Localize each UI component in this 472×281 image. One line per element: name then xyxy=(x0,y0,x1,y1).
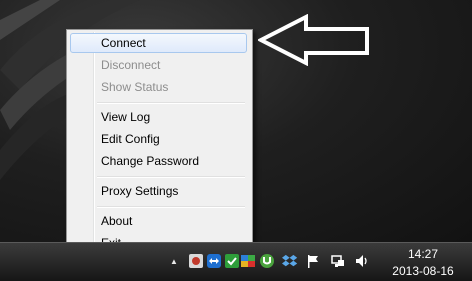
volume-icon[interactable] xyxy=(354,253,370,269)
annotation-arrow-icon xyxy=(258,14,369,66)
menu-item-edit-config[interactable]: Edit Config xyxy=(70,129,247,149)
menu-item-label: Connect xyxy=(101,36,146,50)
green-check-icon[interactable] xyxy=(224,253,240,269)
menu-separator xyxy=(97,102,245,104)
menu-item-label: Edit Config xyxy=(101,132,160,146)
menu-item-proxy-settings[interactable]: Proxy Settings xyxy=(70,181,247,201)
menu-item-label: Proxy Settings xyxy=(101,184,179,198)
menu-item-connect[interactable]: Connect xyxy=(70,33,247,53)
menu-item-change-password[interactable]: Change Password xyxy=(70,151,247,171)
menu-item-disconnect[interactable]: Disconnect xyxy=(70,55,247,75)
show-hidden-icons-chevron-icon[interactable]: ▲ xyxy=(170,257,178,266)
teamviewer-icon[interactable] xyxy=(206,253,222,269)
menu-item-label: View Log xyxy=(101,110,151,124)
menu-item-show-status[interactable]: Show Status xyxy=(70,77,247,97)
menu-separator xyxy=(97,206,245,208)
utorrent-icon[interactable] xyxy=(259,253,275,269)
menu-item-label: Show Status xyxy=(101,80,169,94)
clock-time[interactable]: 14:27 xyxy=(382,247,464,261)
menu-item-view-log[interactable]: View Log xyxy=(70,107,247,127)
openvpn-tray-icon[interactable] xyxy=(188,253,204,269)
menu-item-label: About xyxy=(101,214,133,228)
dropbox-icon[interactable] xyxy=(282,253,298,269)
action-center-flag-icon[interactable] xyxy=(305,253,321,269)
menu-item-about[interactable]: About xyxy=(70,211,247,231)
taskbar: ▲ 14:27 2013-08-16 xyxy=(0,242,472,281)
network-icon[interactable] xyxy=(330,253,346,269)
network-app-icon[interactable] xyxy=(240,253,256,269)
menu-separator xyxy=(97,176,245,178)
tray-context-menu: Connect Disconnect Show Status View Log … xyxy=(66,29,253,258)
clock-date[interactable]: 2013-08-16 xyxy=(382,264,464,278)
menu-item-label: Change Password xyxy=(101,154,200,168)
menu-item-label: Disconnect xyxy=(101,58,161,72)
